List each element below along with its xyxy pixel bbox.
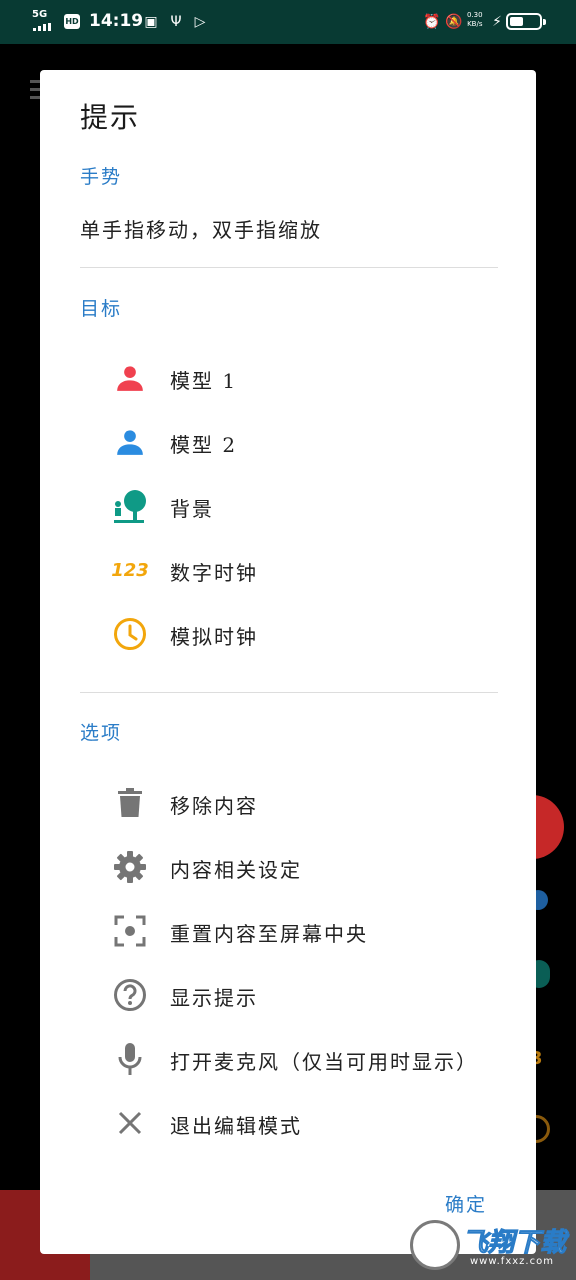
- option-recenter-content[interactable]: 重置内容至屏幕中央: [80, 903, 498, 959]
- watermark: 飞翔下载 www.fxxz.com: [410, 1218, 570, 1274]
- signal-icon: [33, 23, 53, 31]
- close-icon: [110, 1103, 150, 1143]
- option-remove-content[interactable]: 移除内容: [80, 775, 498, 831]
- divider: [80, 267, 498, 268]
- microphone-icon: [110, 1039, 150, 1079]
- mute-notification-icon: 🔕: [445, 14, 463, 30]
- target-item-label: 模拟时钟: [170, 625, 258, 649]
- divider: [80, 692, 498, 693]
- play-store-icon: ▷: [194, 14, 206, 30]
- option-content-settings[interactable]: 内容相关设定: [80, 839, 498, 895]
- option-show-hints[interactable]: 显示提示: [80, 967, 498, 1023]
- gesture-section-header: 手势: [80, 166, 123, 188]
- option-label: 内容相关设定: [170, 858, 302, 882]
- ok-button[interactable]: 确定: [445, 1190, 487, 1217]
- network-type: 5G: [32, 9, 48, 20]
- status-time: 14:19: [89, 11, 144, 31]
- center-focus-icon: [110, 911, 150, 951]
- target-item-label: 数字时钟: [170, 561, 258, 585]
- network-speed: 0.30 KB/s: [467, 11, 483, 29]
- target-item-label: 模型 1: [170, 369, 238, 393]
- option-label: 显示提示: [170, 986, 258, 1010]
- dialog-title: 提示: [80, 101, 141, 134]
- watermark-logo: [410, 1220, 460, 1270]
- watermark-text: 飞翔下载: [461, 1228, 567, 1259]
- option-label: 重置内容至屏幕中央: [170, 922, 368, 946]
- gear-icon: [110, 847, 150, 887]
- options-section-header: 选项: [80, 722, 123, 744]
- option-label: 退出编辑模式: [170, 1114, 302, 1138]
- usb-icon: Ψ: [170, 14, 182, 30]
- help-icon: [110, 975, 150, 1015]
- option-exit-edit-mode[interactable]: 退出编辑模式: [80, 1095, 498, 1151]
- tree-person-icon: [110, 486, 150, 526]
- analog-clock-icon: [110, 614, 150, 654]
- target-item-model-1[interactable]: 模型 1: [80, 350, 498, 406]
- alarm-icon: ⏰: [423, 14, 441, 30]
- option-label: 移除内容: [170, 794, 258, 818]
- person-icon: [110, 422, 150, 462]
- target-item-label: 模型 2: [170, 433, 238, 457]
- target-section-header: 目标: [80, 298, 123, 320]
- person-icon: [110, 358, 150, 398]
- hint-dialog: 提示 手势 单手指移动，双手指缩放 目标 模型 1 模型 2 背景 123 数字…: [40, 70, 536, 1254]
- watermark-url: www.fxxz.com: [470, 1256, 554, 1267]
- network-speed-unit: KB/s: [467, 20, 483, 28]
- option-label: 打开麦克风（仅当可用时显示）: [170, 1050, 478, 1074]
- trash-icon: [110, 783, 150, 823]
- target-item-model-2[interactable]: 模型 2: [80, 414, 498, 470]
- hd-icon: HD: [64, 14, 80, 29]
- target-item-label: 背景: [170, 497, 214, 521]
- target-item-analog-clock[interactable]: 模拟时钟: [80, 606, 498, 662]
- battery-icon: [506, 13, 546, 30]
- digital-clock-icon: 123: [110, 550, 150, 590]
- digital-clock-icon-text: 123: [111, 559, 149, 581]
- target-item-background[interactable]: 背景: [80, 478, 498, 534]
- gesture-description: 单手指移动，双手指缩放: [80, 218, 322, 242]
- network-speed-value: 0.30: [467, 11, 483, 19]
- status-bar: 5G HD 14:19 ▣ Ψ ▷ ⏰ 🔕 0.30 KB/s ⚡: [0, 0, 576, 44]
- app-notification-icon: ▣: [144, 14, 158, 30]
- option-open-microphone[interactable]: 打开麦克风（仅当可用时显示）: [80, 1031, 498, 1087]
- target-item-digital-clock[interactable]: 123 数字时钟: [80, 542, 498, 598]
- charging-icon: ⚡: [492, 14, 502, 30]
